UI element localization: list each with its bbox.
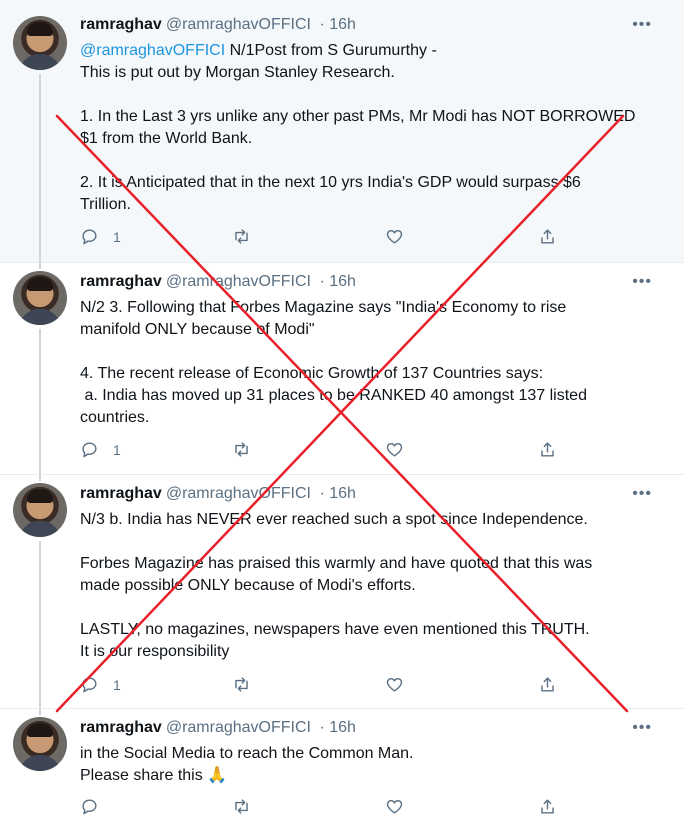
user-name[interactable]: ramraghav [80, 16, 162, 33]
thread-line [39, 74, 41, 262]
retweet-button[interactable] [232, 440, 251, 459]
reply-button[interactable]: 1 [80, 440, 121, 459]
heart-icon [386, 799, 403, 814]
tweet-text: @ramraghavOFFICI N/1Post from S Gurumurt… [80, 42, 636, 213]
thread-line [39, 475, 41, 481]
more-icon[interactable]: ••• [632, 274, 652, 290]
like-button[interactable] [385, 675, 404, 694]
tweet-text: N/2 3. Following that Forbes Magazine sa… [80, 299, 587, 426]
action-bar: 1 [80, 675, 580, 695]
tweet-header: ramraghav @ramraghavOFFICI · 16h [80, 485, 356, 503]
thread-line [39, 329, 41, 474]
tweet-header: ramraghav @ramraghavOFFICI · 16h [80, 273, 356, 291]
share-button[interactable] [538, 797, 557, 816]
mention-link[interactable]: @ramraghavOFFICI [80, 42, 225, 59]
user-handle[interactable]: @ramraghavOFFICI [166, 16, 311, 33]
retweet-button[interactable] [232, 797, 251, 816]
timestamp[interactable]: · 16h [319, 719, 355, 736]
thread-line [39, 541, 41, 708]
thread-line [39, 709, 41, 715]
action-bar: 1 [80, 440, 580, 460]
tweet-3[interactable]: ramraghav @ramraghavOFFICI · 16h ••• N/3 … [0, 475, 684, 709]
timestamp[interactable]: · 16h [319, 273, 355, 290]
tweet-header: ramraghav @ramraghavOFFICI · 16h [80, 16, 356, 34]
share-icon [541, 442, 554, 457]
like-button[interactable] [385, 440, 404, 459]
reply-icon [82, 229, 97, 245]
retweet-button[interactable] [232, 227, 251, 246]
retweet-icon [235, 677, 248, 692]
tweet-text: in the Social Media to reach the Common … [80, 745, 414, 784]
more-icon[interactable]: ••• [632, 17, 652, 33]
tweet-header: ramraghav @ramraghavOFFICI · 16h [80, 719, 356, 737]
avatar[interactable] [13, 717, 67, 771]
retweet-icon [235, 799, 248, 814]
more-icon[interactable]: ••• [632, 720, 652, 736]
reply-button[interactable]: 1 [80, 227, 121, 246]
reply-icon [82, 677, 97, 693]
retweet-button[interactable] [232, 675, 251, 694]
folded-hands-emoji: 🙏 [207, 767, 228, 784]
tweet-1[interactable]: ramraghav @ramraghavOFFICI · 16h ••• @ram… [0, 0, 684, 263]
retweet-icon [235, 442, 248, 457]
user-name[interactable]: ramraghav [80, 273, 162, 290]
timestamp[interactable]: · 16h [319, 485, 355, 502]
share-button[interactable] [538, 440, 557, 459]
share-icon [541, 229, 554, 244]
avatar[interactable] [13, 483, 67, 537]
user-handle[interactable]: @ramraghavOFFICI [166, 485, 311, 502]
share-button[interactable] [538, 675, 557, 694]
share-icon [541, 799, 554, 814]
like-button[interactable] [385, 227, 404, 246]
avatar[interactable] [13, 271, 67, 325]
reply-button[interactable] [80, 797, 113, 816]
more-icon[interactable]: ••• [632, 486, 652, 502]
reply-icon [82, 799, 97, 815]
thread-line [39, 263, 41, 269]
action-bar: 1 [80, 227, 580, 247]
timestamp[interactable]: · 16h [319, 16, 355, 33]
action-bar [80, 797, 580, 817]
heart-icon [386, 677, 403, 692]
reply-button[interactable]: 1 [80, 675, 121, 694]
tweet-text: N/3 b. India has NEVER ever reached such… [80, 511, 593, 660]
tweet-4[interactable]: ramraghav @ramraghavOFFICI · 16h ••• in t… [0, 709, 684, 832]
user-name[interactable]: ramraghav [80, 485, 162, 502]
reply-count: 1 [113, 228, 121, 245]
tweet-2[interactable]: ramraghav @ramraghavOFFICI · 16h ••• N/2 … [0, 263, 684, 475]
retweet-icon [235, 229, 248, 244]
like-button[interactable] [385, 797, 404, 816]
heart-icon [386, 442, 403, 457]
reply-count: 1 [113, 441, 121, 458]
heart-icon [386, 229, 403, 244]
user-handle[interactable]: @ramraghavOFFICI [166, 273, 311, 290]
reply-count: 1 [113, 676, 121, 693]
share-button[interactable] [538, 227, 557, 246]
user-name[interactable]: ramraghav [80, 719, 162, 736]
user-handle[interactable]: @ramraghavOFFICI [166, 719, 311, 736]
share-icon [541, 677, 554, 692]
avatar[interactable] [13, 16, 67, 70]
reply-icon [82, 442, 97, 458]
